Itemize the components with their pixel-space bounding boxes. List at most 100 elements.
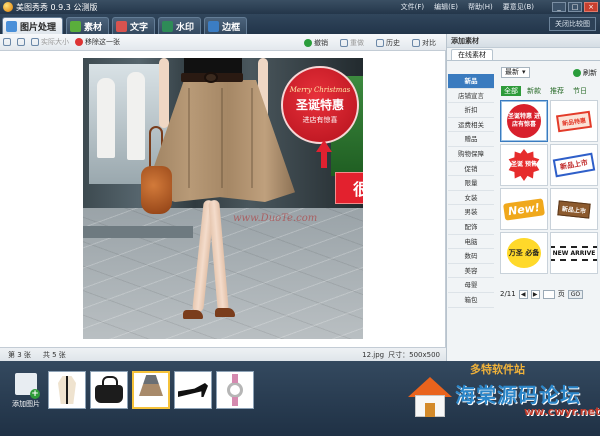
house-door: [425, 403, 435, 417]
title-bar: 美图秀秀 0.9.3 公测版 文件(F) 编辑(E) 帮助(H) 要意见(B) …: [0, 0, 600, 14]
skirt-image: [139, 375, 163, 396]
sticker-art: New!: [503, 197, 545, 221]
category-item[interactable]: 配饰: [448, 220, 494, 235]
thumbnail-coat[interactable]: [48, 371, 86, 409]
category-item[interactable]: 限量: [448, 176, 494, 191]
belt-buckle: [204, 72, 218, 83]
zoom-in-button[interactable]: [17, 38, 25, 46]
sticker-item[interactable]: NEW ARRIVE: [550, 232, 598, 274]
category-item[interactable]: 女装: [448, 191, 494, 206]
image-size: 尺寸：500x500: [388, 351, 440, 359]
zoom-out-button[interactable]: [3, 38, 11, 46]
eye-catching-text-sticker[interactable]: 很醒目哦: [335, 172, 363, 204]
sticker-item[interactable]: 新品上市: [550, 188, 598, 230]
sticker-pager: 2/11 ◀ ▶ 页 GO: [500, 289, 600, 299]
add-image-button[interactable]: 添加图片: [6, 369, 46, 415]
compare-label: 对比: [422, 38, 436, 47]
category-item[interactable]: 箱包: [448, 293, 494, 308]
menu-edit[interactable]: 编辑(E): [434, 2, 458, 12]
thumbnail-handbag[interactable]: [90, 371, 128, 409]
tab-label: 水印: [176, 22, 195, 33]
tab-label: 边框: [222, 22, 241, 33]
app-title: 美图秀秀 0.9.3 公测版: [16, 2, 98, 12]
subtab-new[interactable]: 新款: [524, 86, 544, 96]
panel-title: 添加素材: [447, 34, 600, 48]
history-button[interactable]: 历史: [376, 38, 400, 48]
category-item[interactable]: 促销: [448, 162, 494, 177]
close-compare-button[interactable]: 关闭比较图: [549, 17, 596, 31]
category-item[interactable]: 母婴: [448, 278, 494, 293]
store-step: [83, 226, 193, 238]
thumbnail-heel[interactable]: [174, 371, 212, 409]
thumbnail-list: [48, 371, 254, 409]
zoom-out-icon: [3, 38, 11, 46]
sticker-item[interactable]: 圣诞 预售: [500, 144, 548, 186]
prev-page-button[interactable]: ◀: [518, 289, 528, 299]
page-indicator: 2/11: [500, 290, 516, 298]
border-icon: [208, 20, 220, 32]
subtab-all[interactable]: 全部: [501, 86, 521, 96]
tab-watermark[interactable]: 水印: [158, 17, 202, 34]
category-item[interactable]: 数码: [448, 249, 494, 264]
thumbnail-watch[interactable]: [216, 371, 254, 409]
tab-online-materials[interactable]: 在线素材: [451, 49, 493, 60]
compare-button[interactable]: 对比: [412, 38, 436, 48]
tab-text[interactable]: 文字: [112, 17, 156, 34]
left-arm: [159, 58, 169, 128]
close-button[interactable]: ×: [584, 2, 598, 12]
maximize-button[interactable]: □: [568, 2, 582, 12]
sticker-subtabs: 全部 新款 推荐 节日: [501, 86, 597, 96]
subtab-holiday[interactable]: 节日: [570, 86, 590, 96]
go-page-button[interactable]: GO: [567, 289, 584, 299]
remove-label: 移除这一张: [85, 38, 120, 46]
actual-size-button[interactable]: 实际大小: [31, 37, 69, 47]
undo-icon: [304, 38, 312, 47]
sticker-item[interactable]: 新品特惠: [550, 100, 598, 142]
heel-image: [178, 383, 208, 397]
minimize-button[interactable]: _: [552, 2, 566, 12]
category-item[interactable]: 购物保障: [448, 147, 494, 162]
menu-feedback[interactable]: 要意见(B): [503, 2, 534, 12]
christmas-promo-sticker[interactable]: Merry Christmas 圣诞特惠 进店有惊喜: [281, 66, 359, 144]
remove-image-button[interactable]: 移除这一张: [75, 37, 120, 47]
category-item[interactable]: 折扣: [448, 103, 494, 118]
tab-materials[interactable]: 素材: [66, 17, 110, 34]
page-number-input[interactable]: [542, 289, 555, 299]
skirt-pleat: [188, 88, 190, 188]
sticker-item[interactable]: 圣诞特惠 进店有惊喜: [500, 100, 548, 142]
sort-value: 最新: [505, 68, 519, 76]
app-window: 美图秀秀 0.9.3 公测版 文件(F) 编辑(E) 帮助(H) 要意见(B) …: [0, 0, 600, 436]
category-item[interactable]: 电脑: [448, 235, 494, 250]
category-item[interactable]: 运费相关: [448, 118, 494, 133]
category-item[interactable]: 店铺宣言: [448, 89, 494, 104]
sticker-item[interactable]: 万圣 必备: [500, 232, 548, 274]
sticker-item[interactable]: 新品上市: [550, 144, 598, 186]
sticker-art: 新品上市: [552, 152, 596, 178]
redo-label: 重做: [350, 38, 364, 47]
tab-label: 文字: [130, 22, 149, 33]
subtab-recommended[interactable]: 推荐: [547, 86, 567, 96]
sticker-grid: 圣诞特惠 进店有惊喜 新品特惠 圣诞 预售 新品上市 New! 新品上市 万圣 …: [500, 100, 600, 274]
redo-button[interactable]: 重做: [340, 38, 364, 48]
category-item[interactable]: 赠品: [448, 132, 494, 147]
category-list: 新品 店铺宣言 折扣 运费相关 赠品 购物保障 促销 限量 女装 男装 配饰 电…: [448, 74, 494, 308]
actual-size-icon: [31, 38, 39, 46]
next-page-button[interactable]: ▶: [530, 289, 540, 299]
category-item[interactable]: 美容: [448, 264, 494, 279]
category-item[interactable]: 新品: [448, 74, 494, 89]
sort-dropdown[interactable]: 最新 ▾: [501, 67, 530, 78]
menu-file[interactable]: 文件(F): [401, 2, 425, 12]
undo-button[interactable]: 撤销: [304, 38, 328, 48]
menu-help[interactable]: 帮助(H): [468, 2, 493, 12]
materials-panel: 添加素材 在线素材 最新 ▾ 刷新 全部 新款 推荐 节日 新品 店铺宣言 折扣…: [446, 34, 600, 361]
sticker-art: 新品上市: [557, 199, 591, 219]
thumbnail-skirt[interactable]: [132, 371, 170, 409]
edited-photo[interactable]: Merry Christmas 圣诞特惠 进店有惊喜 很醒目哦 www.DuoT…: [83, 58, 363, 339]
menu-bar: 文件(F) 编辑(E) 帮助(H) 要意见(B): [401, 0, 534, 14]
toolbar-right: 撤销 重做 历史 对比: [304, 34, 442, 51]
tab-border[interactable]: 边框: [204, 17, 248, 34]
sticker-item[interactable]: New!: [500, 188, 548, 230]
refresh-button[interactable]: 刷新: [573, 68, 597, 78]
category-item[interactable]: 男装: [448, 205, 494, 220]
tab-image-processing[interactable]: 图片处理: [2, 17, 64, 34]
